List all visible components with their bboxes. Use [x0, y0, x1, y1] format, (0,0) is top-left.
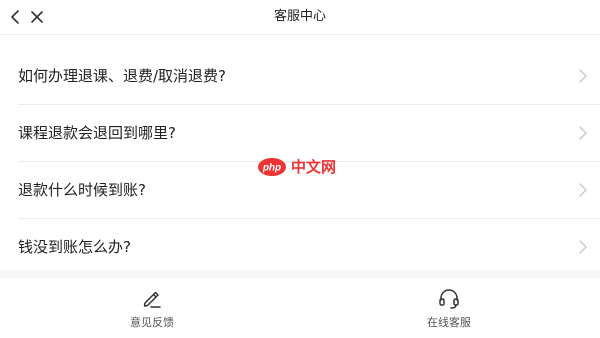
top-bar: 客服中心: [0, 0, 600, 35]
headset-icon: [439, 289, 459, 309]
chevron-right-icon: [579, 69, 587, 83]
bottom-bar: 意见反馈 在线客服: [0, 278, 600, 338]
chevron-right-icon: [579, 126, 587, 140]
chevron-right-icon: [579, 183, 587, 197]
faq-item-label: 退款什么时候到账?: [18, 181, 146, 199]
faq-item-label: 如何办理退课、退费/取消退费?: [18, 67, 227, 85]
faq-item-label: 课程退款会退回到哪里?: [18, 124, 176, 142]
faq-item-refund-destination[interactable]: 课程退款会退回到哪里?: [18, 105, 600, 162]
faq-item-refund-process[interactable]: 如何办理退课、退费/取消退费?: [18, 48, 600, 105]
online-service-label: 在线客服: [427, 316, 471, 329]
online-service-button[interactable]: 在线客服: [389, 282, 509, 336]
pencil-icon: [143, 291, 161, 308]
feedback-button[interactable]: 意见反馈: [92, 282, 212, 336]
php-logo-text: php: [262, 163, 281, 174]
faq-item-label: 钱没到账怎么办?: [18, 238, 131, 256]
faq-item-money-not-received[interactable]: 钱没到账怎么办?: [18, 219, 600, 275]
php-logo: php: [258, 158, 286, 176]
watermark: php 中文网: [257, 157, 345, 179]
chevron-right-icon: [579, 240, 587, 254]
footer-divider: [0, 270, 600, 278]
page-title: 客服中心: [273, 9, 326, 24]
feedback-label: 意见反馈: [130, 316, 174, 329]
watermark-text: 中文网: [291, 158, 337, 176]
